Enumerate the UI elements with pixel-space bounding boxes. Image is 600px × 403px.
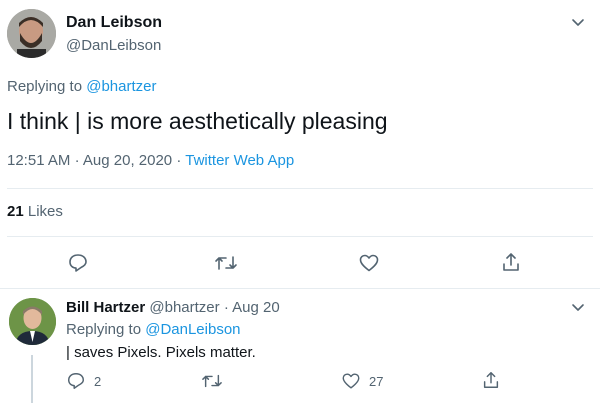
reply-reply-button[interactable]: 2 [66, 371, 101, 391]
divider [7, 188, 593, 189]
meta-separator: · [223, 299, 229, 316]
replying-prefix: Replying to [66, 321, 142, 338]
share-icon [481, 370, 501, 390]
replying-to-link[interactable]: @bhartzer [86, 78, 156, 95]
author-handle[interactable]: @DanLeibson [66, 37, 161, 54]
reply-text: | saves Pixels. Pixels matter. [66, 344, 256, 361]
likes-label: Likes [27, 203, 63, 220]
tweet-meta: 12:51 AM · Aug 20, 2020 · Twitter Web Ap… [7, 152, 294, 169]
tweet-date[interactable]: Aug 20, 2020 [83, 152, 172, 169]
retweet-icon [201, 371, 223, 391]
replying-to-line: Replying to @DanLeibson [66, 321, 241, 338]
like-count: 27 [369, 373, 384, 389]
like-button[interactable] [358, 252, 380, 274]
avatar[interactable] [9, 298, 56, 345]
reply-thread-line [31, 355, 33, 403]
reply-tweet[interactable]: Bill Hartzer @bhartzer · Aug 20 Replying… [0, 289, 600, 403]
reply-icon [66, 371, 86, 391]
reply-header: Bill Hartzer @bhartzer · Aug 20 [66, 299, 280, 316]
reply-button[interactable] [67, 252, 89, 274]
replying-to-line: Replying to @bhartzer [7, 78, 156, 95]
reply-count: 2 [94, 373, 102, 389]
retweet-icon [214, 252, 238, 274]
chevron-down-icon [569, 14, 587, 32]
retweet-button[interactable] [214, 252, 238, 274]
main-tweet: Dan Leibson @DanLeibson Replying to @bha… [0, 0, 600, 290]
more-chevron[interactable] [569, 14, 587, 32]
reply-like-button[interactable]: 27 [341, 371, 383, 391]
divider [7, 236, 593, 237]
reply-date[interactable]: Aug 20 [232, 299, 280, 316]
chevron-down-icon [569, 299, 587, 317]
author-name[interactable]: Dan Leibson [66, 14, 162, 32]
tweet-text: I think | is more aesthetically pleasing [7, 108, 388, 134]
heart-icon [341, 371, 361, 391]
meta-separator: · [74, 152, 80, 169]
reply-share-button[interactable] [481, 370, 501, 390]
reply-author-handle[interactable]: @bhartzer [149, 299, 219, 316]
replying-to-link[interactable]: @DanLeibson [145, 321, 240, 338]
heart-icon [358, 252, 380, 274]
replying-prefix: Replying to [7, 78, 83, 95]
tweet-source[interactable]: Twitter Web App [185, 152, 294, 169]
share-button[interactable] [500, 251, 522, 273]
likes-stat[interactable]: 21 Likes [7, 203, 63, 220]
reply-icon [67, 252, 89, 274]
reply-author-name[interactable]: Bill Hartzer [66, 299, 145, 316]
share-icon [500, 251, 522, 273]
avatar[interactable] [7, 9, 56, 58]
meta-separator: · [176, 152, 182, 169]
reply-retweet-button[interactable] [201, 371, 223, 391]
more-chevron[interactable] [569, 299, 587, 317]
likes-count: 21 [7, 203, 24, 220]
tweet-time[interactable]: 12:51 AM [7, 152, 70, 169]
